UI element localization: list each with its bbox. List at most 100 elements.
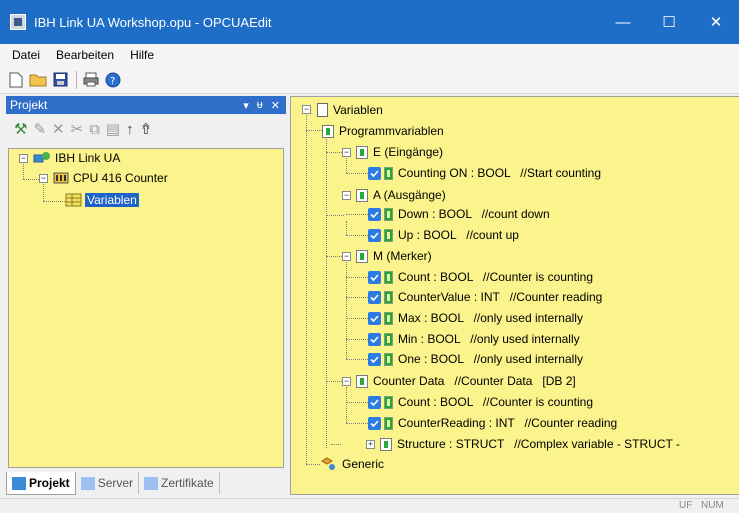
tree-item-label: IBH Link UA: [55, 151, 121, 165]
variable-group-icon: [356, 249, 368, 263]
tree-group-counter-data[interactable]: Counter Data //Counter Data [DB 2]: [356, 372, 576, 390]
pane-dropdown-icon[interactable]: ▾: [243, 99, 249, 112]
variable-group-icon: [322, 124, 334, 138]
tab-zertifikate[interactable]: Zertifikate: [139, 472, 220, 494]
tree-root-variablen[interactable]: Variablen: [317, 101, 383, 119]
upload-icon[interactable]: ⇮: [140, 120, 153, 138]
tree-group-e[interactable]: E (Eingänge): [356, 143, 443, 161]
collapse-toggle[interactable]: −: [342, 252, 351, 261]
tree-variable-structure[interactable]: Structure : STRUCT //Complex variable - …: [380, 435, 680, 453]
project-pane: Projekt ▾ ᵾ ✕ ⚒ ✎ ✕ ✂ ⧉ ▤ ↑ ⇮ − IBH Link…: [6, 96, 286, 500]
tree-item-programmvariablen[interactable]: Programmvariablen: [322, 122, 444, 140]
pane-close-icon[interactable]: ✕: [271, 99, 280, 112]
toolbar: ?: [0, 66, 739, 94]
variable-icon: [384, 352, 393, 366]
checkbox[interactable]: [368, 395, 381, 409]
tree-item-label: Count : BOOL //Counter is counting: [398, 395, 593, 409]
document-icon: [317, 103, 328, 117]
cut-icon[interactable]: ✂: [71, 120, 84, 138]
add-device-icon[interactable]: ⚒: [14, 120, 27, 138]
tab-projekt[interactable]: Projekt: [6, 472, 76, 495]
collapse-toggle[interactable]: −: [39, 174, 48, 183]
collapse-toggle[interactable]: −: [19, 154, 28, 163]
checkbox[interactable]: [368, 416, 381, 430]
new-file-icon[interactable]: [6, 70, 26, 90]
expand-toggle[interactable]: +: [366, 440, 375, 449]
tree-variable-count[interactable]: Count : BOOL //Counter is counting: [368, 268, 593, 286]
server-icon: [80, 476, 95, 490]
maximize-button[interactable]: ☐: [646, 0, 692, 44]
collapse-toggle[interactable]: −: [342, 377, 351, 386]
tree-variable-min[interactable]: Min : BOOL //only used internally: [368, 330, 580, 348]
delete-icon[interactable]: ✕: [52, 120, 65, 138]
open-folder-icon[interactable]: [28, 70, 48, 90]
save-icon[interactable]: [50, 70, 70, 90]
divider: [290, 494, 739, 495]
help-icon[interactable]: ?: [103, 70, 123, 90]
checkbox[interactable]: [368, 166, 381, 180]
tree-variable-max[interactable]: Max : BOOL //only used internally: [368, 309, 583, 327]
checkbox[interactable]: [368, 352, 381, 366]
checkbox[interactable]: [368, 270, 381, 284]
tree-variable-counting-on[interactable]: Counting ON : BOOL //Start counting: [368, 164, 601, 182]
pin-icon[interactable]: ᵾ: [257, 99, 263, 111]
tree-item-label: M (Merker): [373, 249, 432, 263]
cpu-icon: [53, 172, 69, 184]
paste-icon[interactable]: ▤: [106, 120, 120, 138]
tree-item-variablen[interactable]: Variablen: [65, 191, 139, 209]
tree-variable-db-count[interactable]: Count : BOOL //Counter is counting: [368, 393, 593, 411]
tab-label: Projekt: [29, 476, 70, 490]
tree-variable-one[interactable]: One : BOOL //only used internally: [368, 350, 583, 368]
tree-item-label: Programmvariablen: [339, 124, 444, 138]
variable-icon: [384, 416, 393, 430]
checkbox[interactable]: [368, 228, 381, 242]
checkbox[interactable]: [368, 311, 381, 325]
tree-item-label: A (Ausgänge): [373, 188, 446, 202]
tree-variable-countervalue[interactable]: CounterValue : INT //Counter reading: [368, 288, 602, 306]
tree-item-label: Counting ON : BOOL //Start counting: [398, 166, 601, 180]
tree-item-label: Up : BOOL //count up: [398, 228, 519, 242]
menu-datei[interactable]: Datei: [4, 46, 48, 64]
status-num: NUM: [701, 500, 724, 511]
checkbox[interactable]: [368, 207, 381, 221]
variables-tree: − Variablen Programmvariablen − E (Eingä…: [290, 96, 739, 494]
tree-variable-down[interactable]: Down : BOOL //count down: [368, 205, 550, 223]
tree-item-label: CounterValue : INT //Counter reading: [398, 290, 603, 304]
tree-group-a[interactable]: A (Ausgänge): [356, 186, 446, 204]
copy-icon[interactable]: ⧉: [89, 121, 100, 138]
tree-item-label: Variablen: [333, 103, 383, 117]
checkbox[interactable]: [368, 290, 381, 304]
tree-variable-up[interactable]: Up : BOOL //count up: [368, 226, 519, 244]
toolbar-separator: [76, 70, 77, 89]
variable-icon: [384, 311, 393, 325]
network-icon: [33, 152, 50, 163]
tree-variable-counterreading[interactable]: CounterReading : INT //Counter reading: [368, 414, 617, 432]
edit-icon[interactable]: ✎: [33, 120, 46, 138]
minimize-button[interactable]: —: [600, 0, 646, 44]
variables-table-icon: [65, 193, 82, 207]
collapse-toggle[interactable]: −: [302, 105, 311, 114]
variable-icon: [384, 270, 393, 284]
project-toolbar: ⚒ ✎ ✕ ✂ ⧉ ▤ ↑ ⇮: [6, 114, 286, 144]
tab-label: Zertifikate: [161, 476, 214, 490]
print-icon[interactable]: [81, 70, 101, 90]
menu-bearbeiten[interactable]: Bearbeiten: [48, 46, 122, 64]
menu-hilfe[interactable]: Hilfe: [122, 46, 162, 64]
tree-item-generic[interactable]: Generic: [320, 455, 384, 473]
collapse-toggle[interactable]: −: [342, 148, 351, 157]
variable-icon: [384, 228, 393, 242]
close-button[interactable]: ✕: [693, 0, 739, 44]
move-up-icon[interactable]: ↑: [126, 121, 134, 138]
tree-group-m[interactable]: M (Merker): [356, 247, 432, 265]
tree-item-cpu[interactable]: CPU 416 Counter: [53, 169, 168, 187]
variable-group-icon: [356, 188, 368, 202]
tree-item-label: One : BOOL //only used internally: [398, 352, 583, 366]
tree-item-ibh-link[interactable]: IBH Link UA: [33, 149, 120, 167]
tab-server[interactable]: Server: [76, 472, 140, 494]
checkbox[interactable]: [368, 332, 381, 346]
collapse-toggle[interactable]: −: [342, 191, 351, 200]
project-pane-header: Projekt ▾ ᵾ ✕: [6, 96, 286, 114]
variable-icon: [384, 290, 393, 304]
pane-tabs: Projekt Server Zertifikate: [6, 472, 286, 498]
certificate-icon: [144, 476, 159, 490]
